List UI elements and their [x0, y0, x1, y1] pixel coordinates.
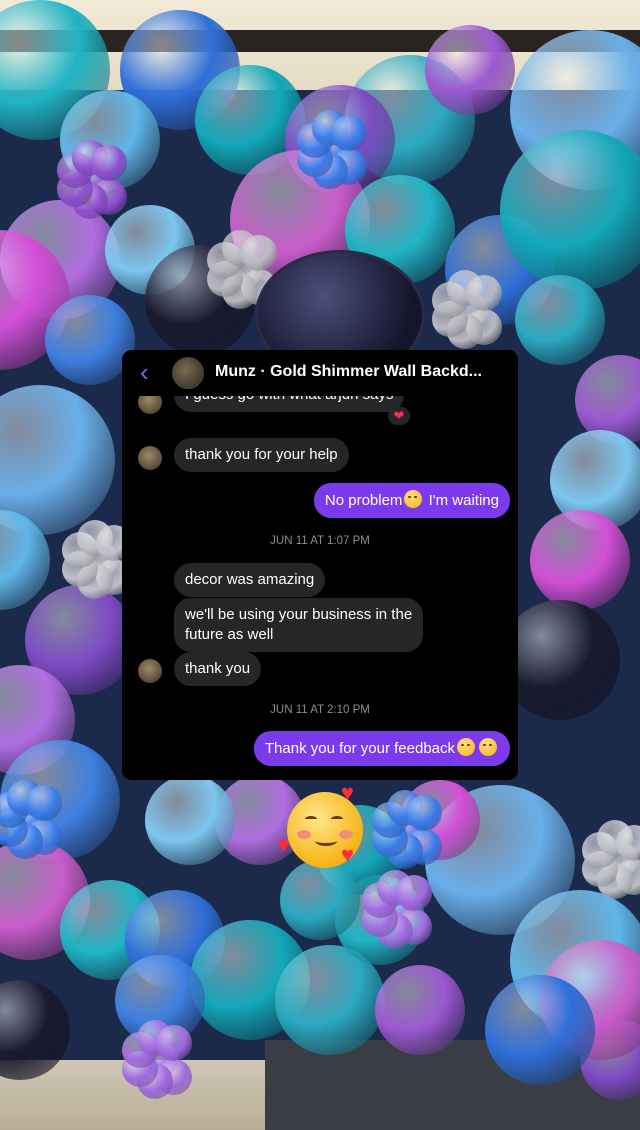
chat-screenshot: ‹ Munz · Gold Shimmer Wall Backd... I gu…	[122, 350, 518, 780]
balloon	[465, 274, 502, 311]
balloon	[425, 25, 515, 115]
smiling-face-with-hearts-emoji-icon	[457, 738, 475, 756]
timestamp: JUN 11 AT 1:07 PM	[270, 535, 370, 547]
message-text: I'm waiting	[424, 492, 499, 509]
message-text: No problem	[324, 492, 403, 509]
chat-title[interactable]: Munz · Gold Shimmer Wall Backd...	[215, 363, 482, 381]
message-incoming: thank you for your help	[174, 438, 349, 472]
heart-icon: ♥	[341, 842, 355, 867]
timestamp: JUN 11 AT 2:10 PM	[270, 704, 370, 716]
message-text: thank you for your help	[185, 446, 338, 463]
message-incoming: we'll be using your business in the futu…	[174, 598, 424, 652]
heart-icon: ♥	[277, 832, 291, 857]
message-text: Thank you for your feedback	[264, 740, 455, 757]
balloon	[500, 600, 620, 720]
winking-face-emoji-icon	[479, 738, 497, 756]
message-incoming: thank you	[174, 652, 262, 686]
heart-icon: ♥	[341, 780, 355, 805]
balloon	[515, 275, 605, 365]
message-text: decor was amazing	[185, 571, 315, 588]
avatar[interactable]	[172, 357, 204, 389]
message-text: thank you	[185, 660, 251, 677]
balloon	[90, 144, 127, 181]
chat-header: ‹ Munz · Gold Shimmer Wall Backd...	[122, 350, 518, 396]
message-text: future as well	[185, 626, 274, 643]
balloon	[145, 775, 235, 865]
balloon	[395, 874, 432, 911]
balloon	[240, 234, 277, 271]
message-outgoing: Thank you for your feedback	[253, 731, 510, 766]
message-text: we'll be using your business in the	[185, 606, 413, 623]
smiling-face-with-hearts-sticker-icon: ♥ ♥ ♥	[277, 782, 369, 868]
balloon	[330, 114, 367, 151]
message-incoming: decor was amazing	[174, 563, 326, 597]
avatar	[138, 659, 162, 683]
balloon	[530, 510, 630, 610]
balloon	[25, 784, 62, 821]
balloon	[405, 794, 442, 831]
avatar	[138, 446, 162, 470]
balloon	[280, 860, 360, 940]
chevron-left-icon[interactable]: ‹	[140, 358, 149, 386]
balloon	[485, 975, 595, 1085]
message-outgoing: No problem I'm waiting	[313, 483, 510, 518]
balloon	[375, 965, 465, 1055]
heart-icon: ❤	[393, 408, 405, 423]
balloon	[155, 1024, 192, 1061]
winking-face-emoji-icon	[404, 490, 423, 508]
